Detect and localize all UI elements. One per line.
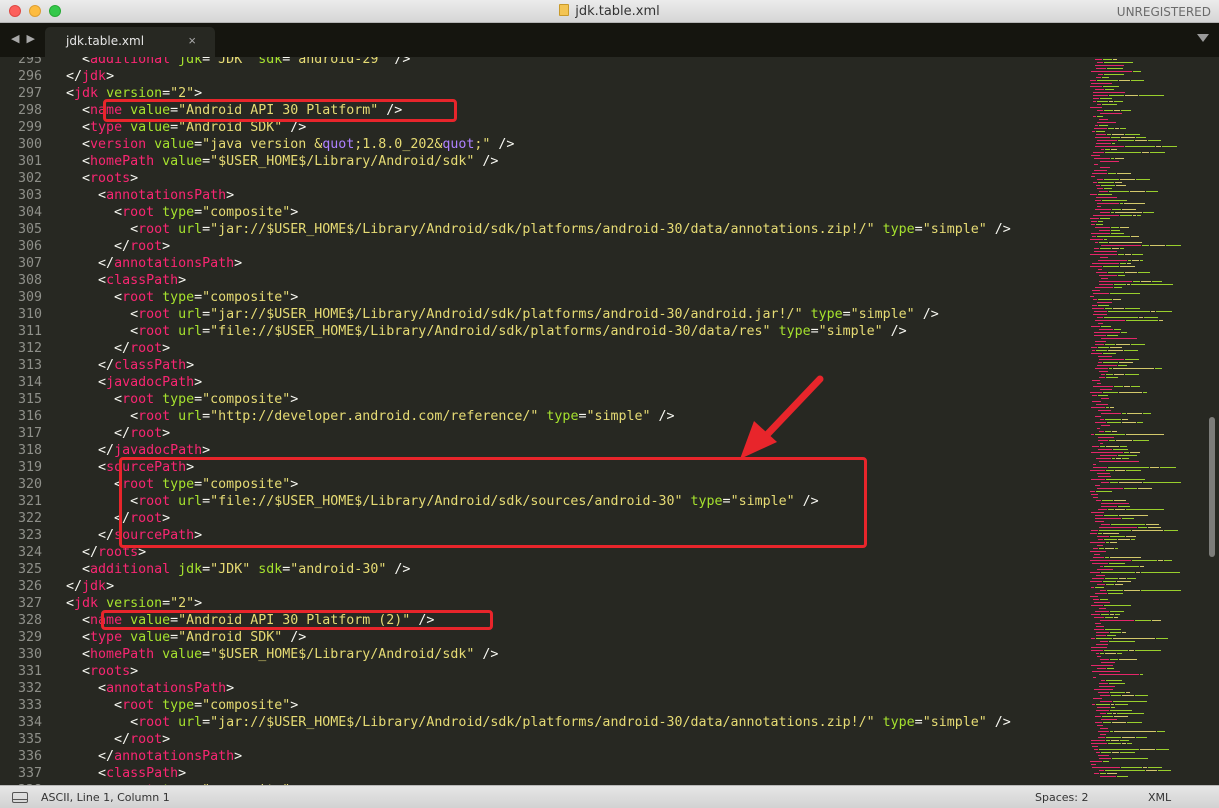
syntax-selector[interactable]: XML xyxy=(1148,791,1171,804)
console-toggle-icon[interactable] xyxy=(12,792,28,803)
tab-label: jdk.table.xml xyxy=(66,34,145,48)
cursor-position: ASCII, Line 1, Column 1 xyxy=(41,791,170,804)
code-editor[interactable]: 295 <additional jdk="JDK" sdk="android-2… xyxy=(0,57,1219,785)
xml-file-icon xyxy=(559,4,570,16)
tab-jdk-table-xml[interactable]: jdk.table.xml × xyxy=(45,27,215,57)
tab-close-icon[interactable]: × xyxy=(188,33,196,48)
window-title-text: jdk.table.xml xyxy=(575,4,660,19)
indentation-setting[interactable]: Spaces: 2 xyxy=(1035,791,1088,804)
annotation-arrow-icon xyxy=(740,375,824,459)
tab-bar: ◀ ▶ jdk.table.xml × xyxy=(0,23,1219,57)
title-bar: jdk.table.xml UNREGISTERED xyxy=(0,0,1219,23)
window-title: jdk.table.xml xyxy=(0,4,1219,19)
unregistered-label: UNREGISTERED xyxy=(1116,5,1211,19)
open-files-dropdown-icon[interactable] xyxy=(1197,34,1209,42)
tab-navigation-arrows-icon[interactable]: ◀ ▶ xyxy=(11,32,37,45)
status-bar: ASCII, Line 1, Column 1 Spaces: 2 XML xyxy=(0,785,1219,808)
